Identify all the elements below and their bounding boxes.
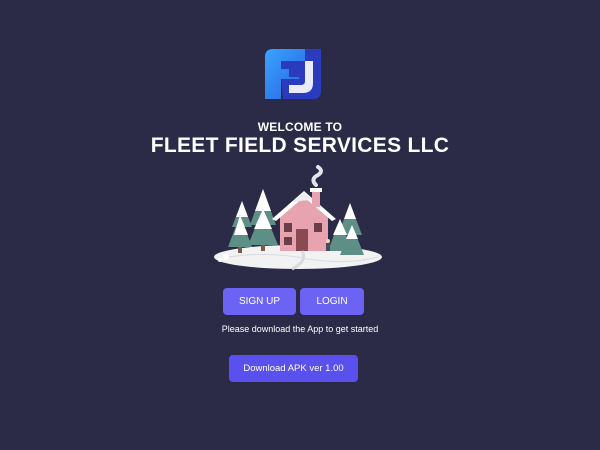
- download-instructions: Please download the App to get started: [221, 324, 379, 334]
- fleet-field-logo-icon: [265, 49, 321, 99]
- landing-page: WELCOME TO FLEET FIELD SERVICES LLC SIGN…: [0, 0, 600, 450]
- welcome-heading: WELCOME TO: [257, 120, 343, 134]
- download-apk-button[interactable]: Download APK ver 1.00: [229, 355, 358, 382]
- company-title: FLEET FIELD SERVICES LLC: [150, 134, 450, 157]
- login-button[interactable]: LOGIN: [300, 288, 364, 315]
- signup-button[interactable]: SIGN UP: [223, 288, 296, 315]
- snowy-house-illustration: [214, 165, 382, 271]
